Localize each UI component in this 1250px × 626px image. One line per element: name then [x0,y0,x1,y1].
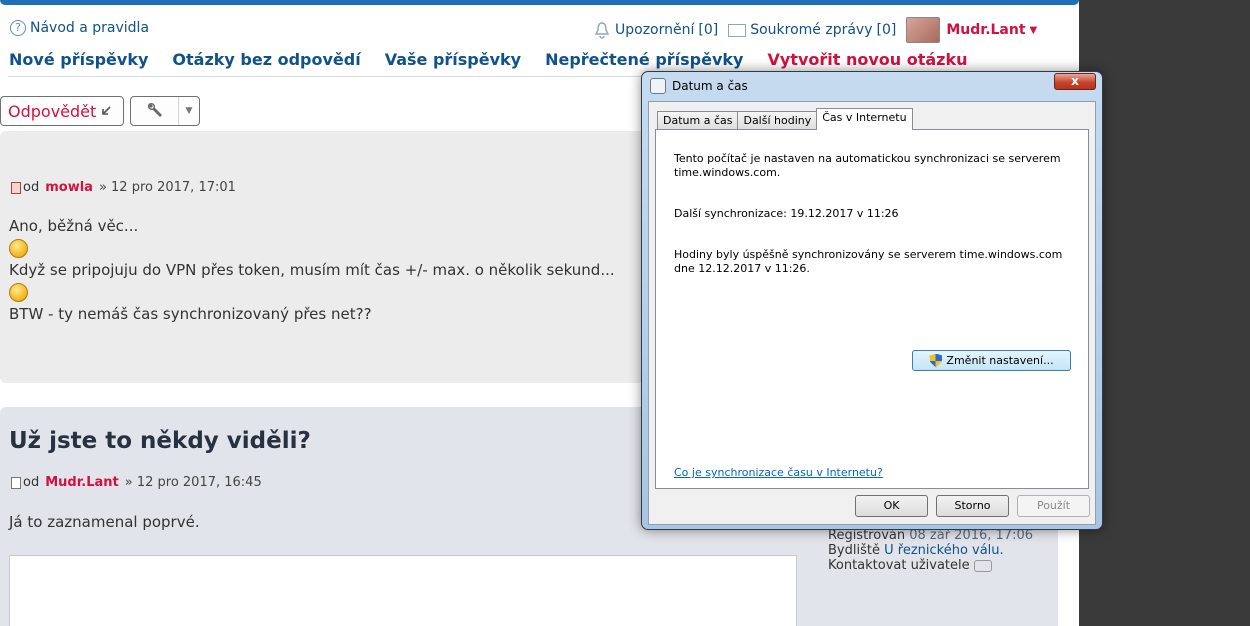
avatar[interactable] [906,17,941,43]
post-body: Ano, běžná věc... Když se pripojuju do V… [9,215,615,325]
top-accent-bar [0,0,1079,5]
dialog-tabs: Datum a čas Další hodiny Čas v Internetu [657,108,913,130]
quicklink-new-question[interactable]: Vytvořit novou otázku [767,50,967,69]
registered-label: Registrován [828,528,906,543]
cancel-button[interactable]: Storno [936,495,1009,517]
post-line: BTW - ty nemáš čas synchronizovaný přes … [9,305,372,323]
datetime-dialog: Datum a čas x Datum a čas Další hodiny Č… [641,71,1103,530]
post-by: od [23,180,40,195]
help-link-label: Návod a pravidla [30,20,150,36]
post-date: » 12 pro 2017, 16:45 [124,475,262,490]
author-profile: Registrován 08 zář 2016, 17:06 Bydliště … [828,528,1033,573]
reply-arrow-icon [102,106,111,115]
wrench-icon[interactable] [131,97,179,125]
bell-icon[interactable] [594,21,610,39]
quicklinks-bar: Nové příspěvky Otázky bez odpovědí Vaše … [9,50,968,69]
post-line: Ano, běžná věc... [9,217,139,235]
quicklink-new-posts[interactable]: Nové příspěvky [9,50,148,69]
desktop-background [1079,0,1250,626]
post-meta: od mowla » 12 pro 2017, 17:01 [11,180,236,195]
clock-icon [650,78,666,94]
quicklink-your-posts[interactable]: Vaše příspěvky [385,50,521,69]
next-sync-text: Další synchronizace: 19.12.2017 v 11:26 [674,207,899,220]
last-sync-text: Hodiny byly úspěšně synchronizovány se s… [674,248,1063,275]
dialog-title: Datum a čas [672,79,748,93]
envelope-icon[interactable] [728,23,747,37]
help-icon: ? [10,20,26,36]
post-author[interactable]: mowla [45,180,93,195]
post-meta: od Mudr.Lant » 12 pro 2017, 16:45 [11,475,262,490]
post-date: » 12 pro 2017, 17:01 [98,180,236,195]
shield-icon [929,353,943,368]
notifications-count: [0] [698,22,719,38]
messages-link[interactable]: Soukromé zprávy [750,22,872,38]
ok-button[interactable]: OK [855,495,928,517]
change-settings-button[interactable]: Změnit nastavení... [912,350,1071,371]
speech-bubble-icon[interactable] [973,559,992,572]
residence-label: Bydliště [828,543,880,558]
quicklink-unanswered[interactable]: Otázky bez odpovědí [172,50,360,69]
post-author[interactable]: Mudr.Lant [45,475,119,490]
messages-count: [0] [876,22,897,38]
attachment-box [9,555,797,626]
quicklink-unread[interactable]: Nepřečtené příspěvky [545,50,743,69]
post-file-icon[interactable] [11,476,21,489]
change-settings-label: Změnit nastavení... [946,354,1054,367]
username-menu[interactable]: Mudr.Lant [946,22,1025,38]
tab-internet-time[interactable]: Čas v Internetu [816,108,913,130]
post-body: Já to zaznamenal poprvé. [9,513,200,531]
winking-smiley-icon [9,283,28,302]
post-line: Když se pripojuju do VPN přes token, mus… [9,261,615,279]
chevron-down-icon[interactable]: ▼ [179,97,199,125]
post-title[interactable]: Už jste to někdy viděli? [9,428,311,454]
post-file-icon[interactable] [11,181,21,194]
tab-additional-clocks[interactable]: Další hodiny [737,111,818,130]
reply-button[interactable]: Odpovědět [0,96,124,126]
laughing-smiley-icon [9,239,28,258]
close-button[interactable]: x [1054,73,1096,90]
user-area: Upozornění [0] Soukromé zprávy [0] Mudr.… [594,17,1037,43]
help-link[interactable]: ? Návod a pravidla [10,20,149,36]
help-link[interactable]: Co je synchronizace času v Internetu? [674,466,883,479]
internet-time-panel: Tento počítač je nastaven na automaticko… [655,129,1089,489]
topic-tools-button[interactable]: ▼ [130,96,200,126]
post-by: od [23,475,40,490]
registered-value: 08 zář 2016, 17:06 [909,528,1033,543]
contact-user-link[interactable]: Kontaktovat uživatele [828,558,970,573]
tab-date-time[interactable]: Datum a čas [657,111,739,130]
notifications-link[interactable]: Upozornění [615,22,694,38]
chevron-down-icon[interactable]: ▼ [1030,25,1038,36]
apply-button[interactable]: Použít [1017,495,1090,517]
residence-value: U řeznického válu. [884,543,1004,558]
dialog-body: Datum a čas Další hodiny Čas v Internetu… [648,101,1096,525]
reply-button-label: Odpovědět [8,101,97,121]
dialog-titlebar[interactable]: Datum a čas [650,78,748,94]
sync-status-text: Tento počítač je nastaven na automaticko… [674,152,1061,179]
